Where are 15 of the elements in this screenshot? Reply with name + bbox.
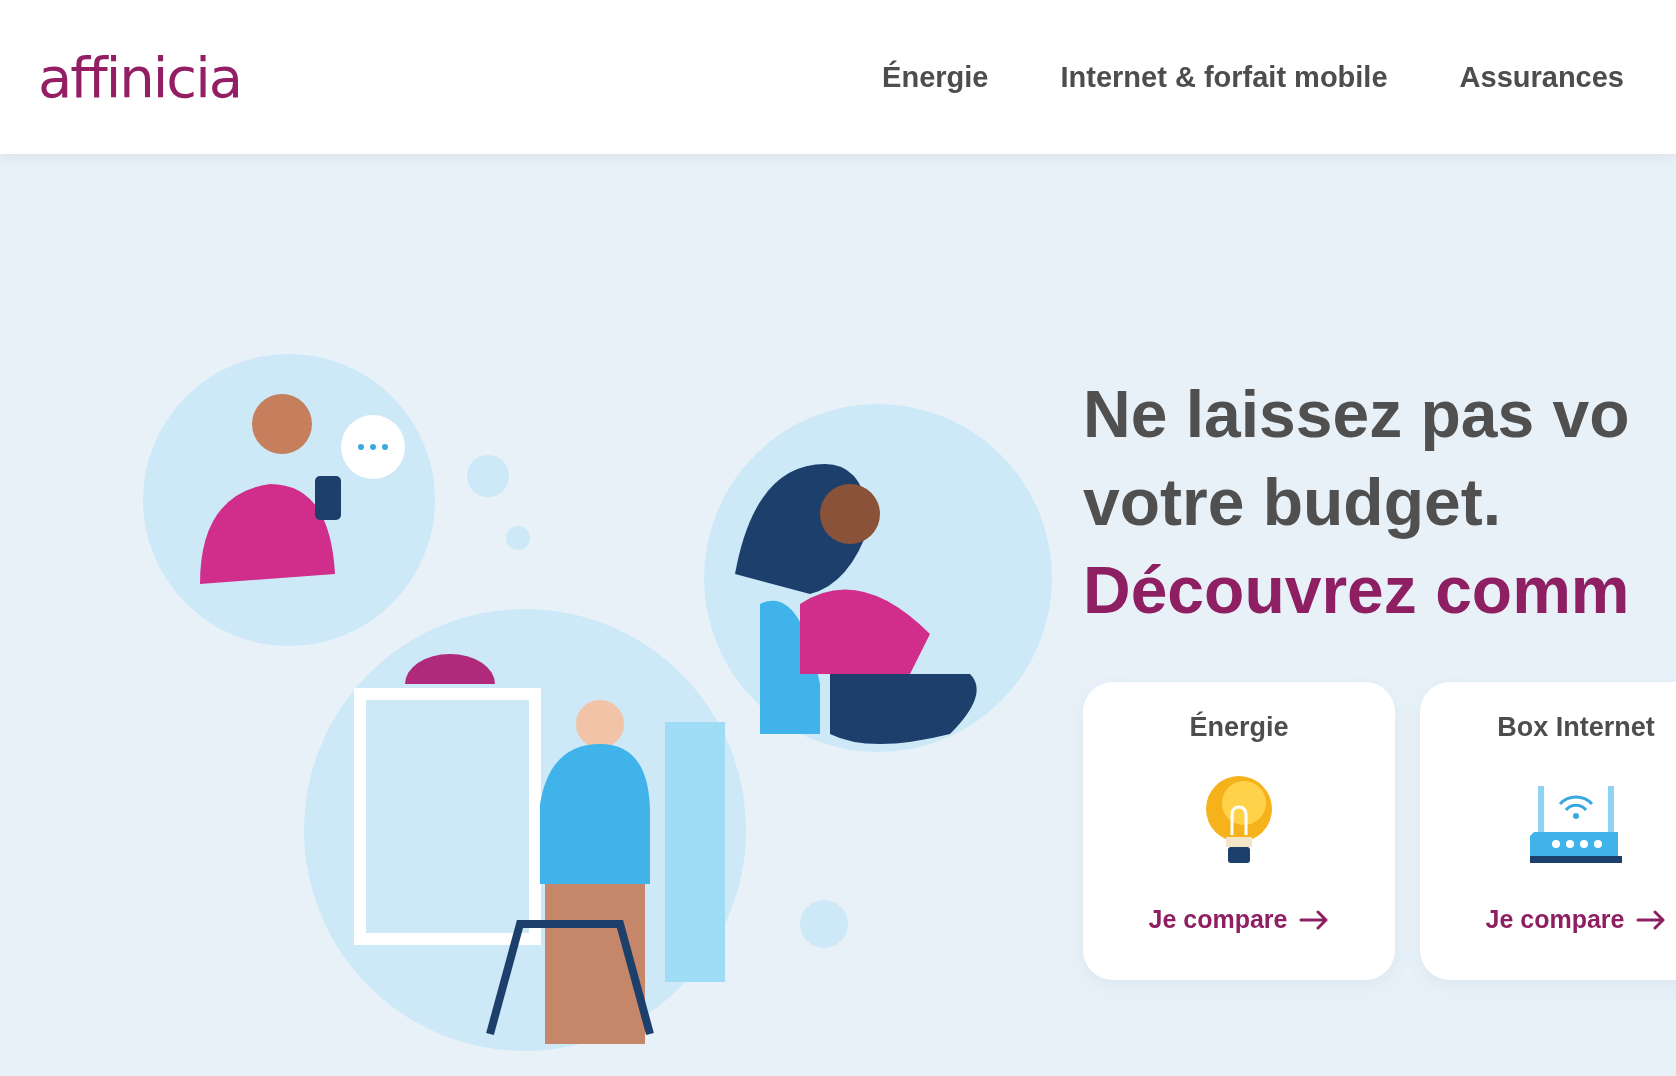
compare-link[interactable]: Je compare — [1148, 905, 1330, 934]
offer-card[interactable]: Énergie Je compare — [1083, 682, 1395, 980]
arrow-icon — [1299, 909, 1330, 930]
headline-line: Ne laissez pas vo — [1083, 377, 1630, 451]
arrow-icon — [1636, 909, 1667, 930]
card-title: Énergie — [1189, 712, 1289, 743]
nav-link[interactable]: Énergie — [846, 60, 1025, 94]
card-title: Box Internet — [1497, 712, 1655, 743]
nav-link[interactable]: Assurances — [1423, 60, 1676, 94]
compare-link[interactable]: Je compare — [1485, 905, 1667, 934]
headline-line: votre budget. — [1083, 465, 1501, 539]
nav-link[interactable]: Internet & forfait mobile — [1024, 60, 1424, 94]
offer-card[interactable]: Box Internet Je compare — [1420, 682, 1676, 980]
logo[interactable]: affinicia — [38, 44, 242, 110]
headline-highlight: Découvrez comm — [1083, 553, 1630, 627]
